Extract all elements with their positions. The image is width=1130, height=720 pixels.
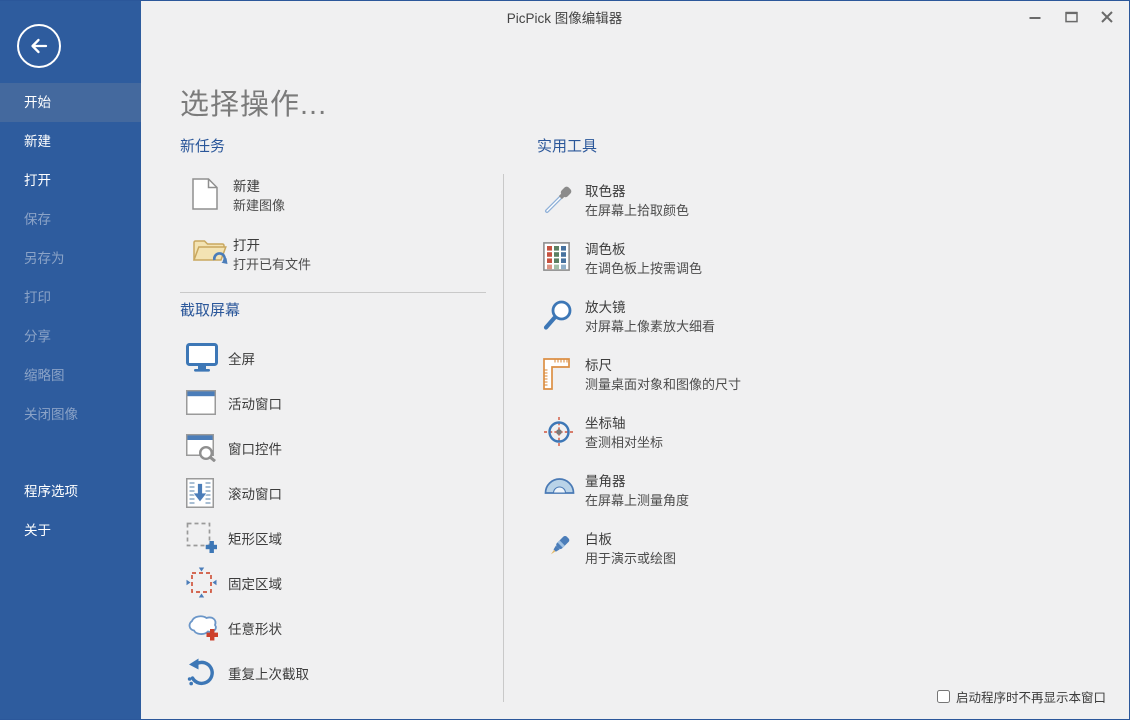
tool-item-ruler[interactable]: 标尺 测量桌面对象和图像的尺寸 xyxy=(537,357,907,397)
page-title: 选择操作... xyxy=(180,81,327,123)
capture-item-window-control[interactable]: 窗口控件 xyxy=(180,425,486,470)
task-title: 新建 xyxy=(233,178,285,196)
capture-item-freeform[interactable]: 任意形状 xyxy=(180,605,486,650)
window-title: PicPick 图像编辑器 xyxy=(0,2,1129,35)
startup-hide-option[interactable]: 启动程序时不再显示本窗口 xyxy=(937,687,1106,706)
tool-item-color-palette[interactable]: 调色板 在调色板上按需调色 xyxy=(537,241,907,281)
sidebar-item-open[interactable]: 打开 xyxy=(0,161,141,200)
task-title: 打开 xyxy=(233,237,311,255)
section-divider xyxy=(180,292,486,293)
startup-hide-label: 启动程序时不再显示本窗口 xyxy=(956,687,1106,706)
backstage-content: 选择操作... 新任务 新建 新建图像 xyxy=(141,37,1128,718)
sidebar-nav: 开始 新建 打开 保存 另存为 打印 分享 缩略图 关闭图像 程序选项 关于 xyxy=(0,83,141,550)
task-item-new[interactable]: 新建 新建图像 xyxy=(180,178,486,218)
protractor-icon xyxy=(543,473,585,513)
task-subtitle: 新建图像 xyxy=(233,196,285,215)
title-bar: PicPick 图像编辑器 xyxy=(0,2,1129,37)
tool-item-whiteboard[interactable]: 白板 用于演示或绘图 xyxy=(537,531,907,571)
sidebar-item-print: 打印 xyxy=(0,278,141,317)
open-folder-icon xyxy=(192,237,233,277)
sidebar-item-share: 分享 xyxy=(0,317,141,356)
window-control-magnifier-icon xyxy=(186,434,228,462)
sidebar-item-close-image: 关闭图像 xyxy=(0,395,141,434)
back-arrow-icon xyxy=(28,35,50,57)
tool-item-crosshair[interactable]: 坐标轴 查测相对坐标 xyxy=(537,415,907,455)
tool-item-magnifier[interactable]: 放大镜 对屏幕上像素放大细看 xyxy=(537,299,907,339)
whiteboard-pen-icon xyxy=(543,531,585,571)
sidebar-item-thumbnail: 缩略图 xyxy=(0,356,141,395)
rectangle-region-icon xyxy=(186,522,228,553)
active-window-icon xyxy=(186,390,228,415)
sidebar-item-start[interactable]: 开始 xyxy=(0,83,141,122)
task-item-open[interactable]: 打开 打开已有文件 xyxy=(180,237,486,277)
sidebar-spacer xyxy=(0,434,141,472)
left-column: 新任务 新建 新建图像 xyxy=(180,137,486,695)
section-header-screen-capture: 截取屏幕 xyxy=(180,301,486,321)
maximize-icon xyxy=(1065,11,1078,23)
ruler-icon xyxy=(543,357,585,397)
back-button[interactable] xyxy=(17,24,61,68)
maximize-button[interactable] xyxy=(1053,3,1089,31)
capture-item-active-window[interactable]: 活动窗口 xyxy=(180,380,486,425)
crosshair-icon xyxy=(543,415,585,455)
capture-item-rectangle-region[interactable]: 矩形区域 xyxy=(180,515,486,560)
sidebar-item-options[interactable]: 程序选项 xyxy=(0,472,141,511)
color-palette-icon xyxy=(543,241,585,281)
tool-item-protractor[interactable]: 量角器 在屏幕上测量角度 xyxy=(537,473,907,513)
capture-item-fullscreen[interactable]: 全屏 xyxy=(180,335,486,380)
picpick-window: PicPick 图像编辑器 开始 新建 打开 xyxy=(0,0,1130,720)
sidebar-item-save: 保存 xyxy=(0,200,141,239)
fullscreen-monitor-icon xyxy=(186,343,228,373)
close-button[interactable] xyxy=(1089,3,1125,31)
scrolling-window-icon xyxy=(186,478,228,508)
repeat-capture-icon xyxy=(186,657,228,689)
column-divider xyxy=(503,174,504,702)
sidebar-item-about[interactable]: 关于 xyxy=(0,511,141,550)
sidebar-item-save-as: 另存为 xyxy=(0,239,141,278)
color-picker-icon xyxy=(543,183,585,223)
new-document-icon xyxy=(192,178,233,218)
capture-item-fixed-region[interactable]: 固定区域 xyxy=(180,560,486,605)
fixed-region-icon xyxy=(186,567,228,598)
tool-item-color-picker[interactable]: 取色器 在屏幕上拾取颜色 xyxy=(537,183,907,223)
magnifier-icon xyxy=(543,299,585,339)
minimize-icon xyxy=(1029,11,1041,23)
window-controls xyxy=(1017,3,1125,31)
close-icon xyxy=(1101,11,1113,23)
section-header-tools: 实用工具 xyxy=(537,137,907,157)
capture-item-repeat-last[interactable]: 重复上次截取 xyxy=(180,650,486,695)
sidebar-item-new[interactable]: 新建 xyxy=(0,122,141,161)
backstage-sidebar: 开始 新建 打开 保存 另存为 打印 分享 缩略图 关闭图像 程序选项 关于 xyxy=(0,1,141,720)
startup-hide-checkbox[interactable] xyxy=(937,690,950,703)
right-column: 实用工具 取色器 在屏幕上拾取颜色 xyxy=(537,137,907,571)
freeform-region-icon xyxy=(186,613,228,642)
capture-item-scrolling-window[interactable]: 滚动窗口 xyxy=(180,470,486,515)
task-subtitle: 打开已有文件 xyxy=(233,255,311,274)
section-header-new-tasks: 新任务 xyxy=(180,137,486,157)
minimize-button[interactable] xyxy=(1017,3,1053,31)
